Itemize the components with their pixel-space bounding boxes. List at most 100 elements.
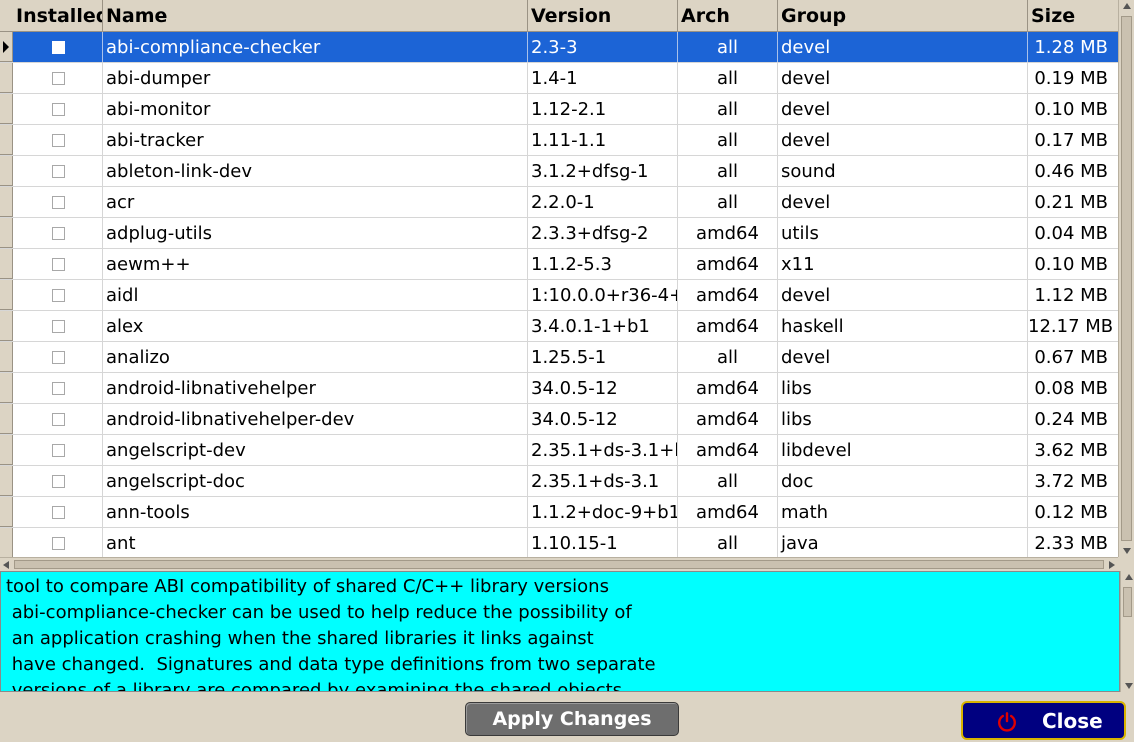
close-button[interactable]: Close	[961, 701, 1126, 740]
scroll-up-arrow-icon[interactable]	[1123, 3, 1131, 9]
column-header-installed[interactable]: Installed	[13, 0, 103, 32]
group-cell: devel	[778, 94, 1028, 124]
scroll-down-arrow-icon[interactable]	[1125, 683, 1133, 689]
power-icon	[998, 712, 1016, 732]
name-cell: ableton-link-dev	[103, 156, 528, 186]
arch-cell: amd64	[678, 218, 778, 248]
column-header-version[interactable]: Version	[528, 0, 678, 32]
column-header-arch[interactable]: Arch	[678, 0, 778, 32]
table-vertical-scrollbar[interactable]	[1118, 0, 1134, 557]
table-row[interactable]: ann-tools 1.1.2+doc-9+b1 amd64 math 0.12 MB	[0, 497, 1118, 528]
arch-cell: all	[678, 466, 778, 496]
row-header[interactable]	[0, 404, 13, 434]
table-row[interactable]: angelscript-doc 2.35.1+ds-3.1 all doc 3.72 M…	[0, 466, 1118, 497]
installed-checkbox[interactable]	[52, 196, 65, 209]
row-header[interactable]	[0, 63, 13, 93]
column-header-group[interactable]: Group	[778, 0, 1028, 32]
installed-checkbox[interactable]	[52, 382, 65, 395]
table-row[interactable]: ant 1.10.15-1 all java 2.33 MB	[0, 528, 1118, 557]
name-cell: angelscript-dev	[103, 435, 528, 465]
installed-checkbox[interactable]	[52, 41, 65, 54]
table-row[interactable]: adplug-utils 2.3.3+dfsg-2 amd64 utils 0.04 M…	[0, 218, 1118, 249]
installed-checkbox[interactable]	[52, 413, 65, 426]
name-cell: android-libnativehelper	[103, 373, 528, 403]
installed-checkbox[interactable]	[52, 351, 65, 364]
row-header[interactable]	[0, 32, 13, 62]
size-cell: 1.28 MB	[1034, 37, 1108, 58]
row-header[interactable]	[0, 466, 13, 496]
installed-checkbox[interactable]	[52, 320, 65, 333]
row-header[interactable]	[0, 94, 13, 124]
installed-cell	[13, 280, 103, 310]
installed-checkbox[interactable]	[52, 258, 65, 271]
table-row[interactable]: abi-dumper 1.4-1 all devel 0.19 MB	[0, 63, 1118, 94]
group-cell: haskell	[778, 311, 1028, 341]
version-cell: 3.4.0.1-1+b1	[528, 311, 678, 341]
scroll-left-arrow-icon[interactable]	[3, 561, 9, 569]
row-header[interactable]	[0, 373, 13, 403]
group-cell: devel	[778, 125, 1028, 155]
version-cell: 3.1.2+dfsg-1	[528, 156, 678, 186]
column-header-name[interactable]: Name	[103, 0, 528, 32]
scroll-right-arrow-icon[interactable]	[1109, 561, 1115, 569]
scroll-up-arrow-icon[interactable]	[1125, 574, 1133, 580]
installed-cell	[13, 373, 103, 403]
row-header[interactable]	[0, 311, 13, 341]
row-header[interactable]	[0, 342, 13, 372]
installed-cell	[13, 342, 103, 372]
table-horizontal-scrollbar[interactable]	[0, 557, 1118, 571]
arch-cell: all	[678, 342, 778, 372]
table-row[interactable]: abi-tracker 1.11-1.1 all devel 0.17 MB	[0, 125, 1118, 156]
row-header[interactable]	[0, 218, 13, 248]
arch-cell: amd64	[678, 311, 778, 341]
table-row[interactable]: analizo 1.25.5-1 all devel 0.67 MB	[0, 342, 1118, 373]
installed-checkbox[interactable]	[52, 537, 65, 550]
table-row[interactable]: acr 2.2.0-1 all devel 0.21 MB	[0, 187, 1118, 218]
row-header[interactable]	[0, 156, 13, 186]
table-row[interactable]: android-libnativehelper 34.0.5-12 amd64 lib…	[0, 373, 1118, 404]
table-row[interactable]: android-libnativehelper-dev 34.0.5-12 amd6…	[0, 404, 1118, 435]
name-cell: analizo	[103, 342, 528, 372]
name-cell: alex	[103, 311, 528, 341]
scrollbar-thumb[interactable]	[14, 560, 1104, 569]
installed-checkbox[interactable]	[52, 289, 65, 302]
row-header[interactable]	[0, 528, 13, 557]
installed-checkbox[interactable]	[52, 227, 65, 240]
table-row[interactable]: aewm++ 1.1.2-5.3 amd64 x11 0.10 MB	[0, 249, 1118, 280]
version-cell: 1.11-1.1	[528, 125, 678, 155]
table-row[interactable]: alex 3.4.0.1-1+b1 amd64 haskell 12.17 MB	[0, 311, 1118, 342]
current-row-indicator-icon	[3, 41, 9, 53]
table-row[interactable]: aidl1:10.0.0+r36-4+b1amd64devel 1.12 MB	[0, 280, 1118, 311]
version-cell: 1.12-2.1	[528, 94, 678, 124]
name-cell: aewm++	[103, 249, 528, 279]
version-cell: 34.0.5-12	[528, 404, 678, 434]
column-header-size[interactable]: Size	[1028, 0, 1118, 32]
row-header[interactable]	[0, 249, 13, 279]
installed-checkbox[interactable]	[52, 444, 65, 457]
table-row[interactable]: abi-compliance-checker 2.3-3 all devel 1.28 …	[0, 32, 1118, 63]
row-header[interactable]	[0, 280, 13, 310]
group-cell: devel	[778, 32, 1028, 62]
scroll-down-arrow-icon[interactable]	[1123, 548, 1131, 554]
name-cell: ant	[103, 528, 528, 557]
apply-changes-button[interactable]: Apply Changes	[465, 702, 679, 736]
installed-checkbox[interactable]	[52, 165, 65, 178]
installed-checkbox[interactable]	[52, 475, 65, 488]
table-row[interactable]: ableton-link-dev 3.1.2+dfsg-1 all sound 0.46…	[0, 156, 1118, 187]
scrollbar-thumb[interactable]	[1121, 16, 1132, 541]
arch-cell: all	[678, 32, 778, 62]
group-cell: x11	[778, 249, 1028, 279]
row-header[interactable]	[0, 497, 13, 527]
installed-checkbox[interactable]	[52, 103, 65, 116]
row-header[interactable]	[0, 125, 13, 155]
description-scrollbar[interactable]	[1120, 571, 1134, 692]
row-header[interactable]	[0, 435, 13, 465]
scrollbar-thumb[interactable]	[1123, 587, 1132, 617]
name-cell: android-libnativehelper-dev	[103, 404, 528, 434]
installed-checkbox[interactable]	[52, 506, 65, 519]
table-row[interactable]: abi-monitor 1.12-2.1 all devel 0.10 MB	[0, 94, 1118, 125]
installed-checkbox[interactable]	[52, 134, 65, 147]
table-row[interactable]: angelscript-dev2.35.1+ds-3.1+b2amd64libd…	[0, 435, 1118, 466]
row-header[interactable]	[0, 187, 13, 217]
installed-checkbox[interactable]	[52, 72, 65, 85]
